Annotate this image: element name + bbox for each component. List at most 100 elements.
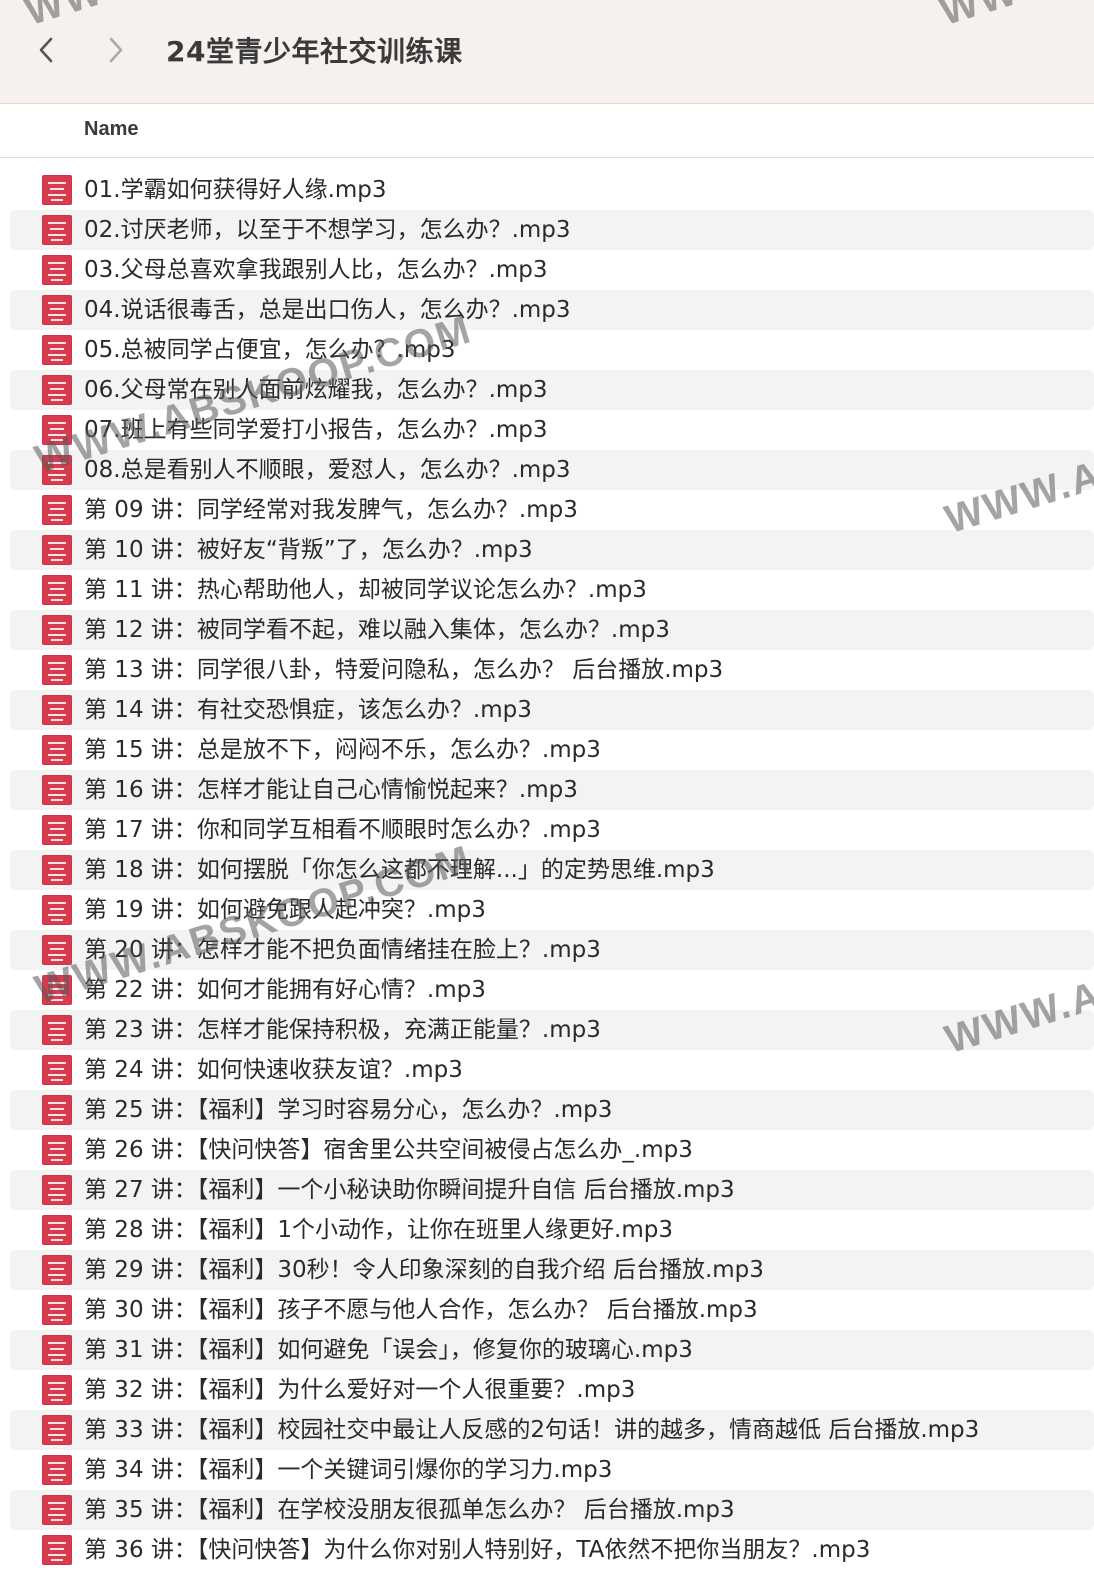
file-row[interactable]: 第 15 讲：总是放不下，闷闷不乐，怎么办？.mp3 [10,730,1094,770]
file-row[interactable]: 第 18 讲：如何摆脱「你怎么这都不理解...」的定势思维.mp3 [10,850,1094,890]
file-row[interactable]: 第 34 讲：【福利】一个关键词引爆你的学习力.mp3 [10,1450,1094,1490]
audio-file-icon [42,1415,72,1445]
file-row[interactable]: 第 24 讲：如何快速收获友谊？.mp3 [10,1050,1094,1090]
audio-file-icon [42,455,72,485]
audio-file-icon [42,335,72,365]
file-row[interactable]: 第 35 讲：【福利】在学校没朋友很孤单怎么办？ 后台播放.mp3 [10,1490,1094,1530]
file-row[interactable]: 01.学霸如何获得好人缘.mp3 [10,170,1094,210]
file-name: 第 17 讲：你和同学互相看不顺眼时怎么办？.mp3 [84,817,601,843]
file-row[interactable]: 07.班上有些同学爱打小报告，怎么办？.mp3 [10,410,1094,450]
audio-file-icon [42,175,72,205]
file-name: 第 29 讲：【福利】30秒！令人印象深刻的自我介绍 后台播放.mp3 [84,1257,764,1283]
file-row[interactable]: 第 25 讲：【福利】学习时容易分心，怎么办？.mp3 [10,1090,1094,1130]
name-column-header[interactable]: Name [84,118,138,141]
file-name: 第 26 讲：【快问快答】宿舍里公共空间被侵占怎么办_.mp3 [84,1137,693,1163]
file-name: 第 32 讲：【福利】为什么爱好对一个人很重要？.mp3 [84,1377,636,1403]
file-name: 第 18 讲：如何摆脱「你怎么这都不理解...」的定势思维.mp3 [84,857,715,883]
audio-file-icon [42,775,72,805]
audio-file-icon [42,815,72,845]
file-name: 第 22 讲：如何才能拥有好心情？.mp3 [84,977,486,1003]
audio-file-icon [42,1015,72,1045]
audio-file-icon [42,695,72,725]
file-name: 第 25 讲：【福利】学习时容易分心，怎么办？.mp3 [84,1097,613,1123]
audio-file-icon [42,1295,72,1325]
file-row[interactable]: 第 31 讲：【福利】如何避免「误会」，修复你的玻璃心.mp3 [10,1330,1094,1370]
forward-button[interactable] [96,28,136,72]
file-name: 第 12 讲：被同学看不起，难以融入集体，怎么办？.mp3 [84,617,670,643]
audio-file-icon [42,855,72,885]
file-row[interactable]: 第 12 讲：被同学看不起，难以融入集体，怎么办？.mp3 [10,610,1094,650]
file-name: 第 11 讲：热心帮助他人，却被同学议论怎么办？.mp3 [84,577,647,603]
file-row[interactable]: 第 27 讲：【福利】一个小秘诀助你瞬间提升自信 后台播放.mp3 [10,1170,1094,1210]
audio-file-icon [42,1095,72,1125]
audio-file-icon [42,1055,72,1085]
file-row[interactable]: 第 28 讲：【福利】1个小动作，让你在班里人缘更好.mp3 [10,1210,1094,1250]
file-row[interactable]: 第 16 讲：怎样才能让自己心情愉悦起来？.mp3 [10,770,1094,810]
file-row[interactable]: 03.父母总喜欢拿我跟别人比，怎么办？.mp3 [10,250,1094,290]
audio-file-icon [42,1215,72,1245]
file-name: 05.总被同学占便宜，怎么办？.mp3 [84,337,456,363]
file-row[interactable]: 08.总是看别人不顺眼，爱怼人，怎么办？.mp3 [10,450,1094,490]
audio-file-icon [42,975,72,1005]
file-name: 第 31 讲：【福利】如何避免「误会」，修复你的玻璃心.mp3 [84,1337,693,1363]
file-name: 第 24 讲：如何快速收获友谊？.mp3 [84,1057,463,1083]
file-list: 01.学霸如何获得好人缘.mp3 02.讨厌老师，以至于不想学习，怎么办？.mp3… [10,170,1094,1570]
audio-file-icon [42,535,72,565]
audio-file-icon [42,1535,72,1565]
file-row[interactable]: 第 11 讲：热心帮助他人，却被同学议论怎么办？.mp3 [10,570,1094,610]
file-name: 第 19 讲：如何避免跟人起冲突？.mp3 [84,897,486,923]
audio-file-icon [42,935,72,965]
file-row[interactable]: 第 13 讲：同学很八卦，特爱问隐私，怎么办？ 后台播放.mp3 [10,650,1094,690]
file-row[interactable]: 第 23 讲：怎样才能保持积极，充满正能量？.mp3 [10,1010,1094,1050]
file-name: 第 34 讲：【福利】一个关键词引爆你的学习力.mp3 [84,1457,613,1483]
file-name: 第 09 讲：同学经常对我发脾气，怎么办？.mp3 [84,497,578,523]
file-row[interactable]: 第 17 讲：你和同学互相看不顺眼时怎么办？.mp3 [10,810,1094,850]
back-button[interactable] [26,28,66,72]
file-name: 第 33 讲：【福利】校园社交中最让人反感的2句话！讲的越多，情商越低 后台播放… [84,1417,980,1443]
file-name: 第 14 讲：有社交恐惧症，该怎么办？.mp3 [84,697,532,723]
audio-file-icon [42,1135,72,1165]
window-title: 24堂青少年社交训练课 [166,35,463,68]
file-row[interactable]: 第 20 讲：怎样才能不把负面情绪挂在脸上？.mp3 [10,930,1094,970]
file-row[interactable]: 第 14 讲：有社交恐惧症，该怎么办？.mp3 [10,690,1094,730]
file-name: 第 20 讲：怎样才能不把负面情绪挂在脸上？.mp3 [84,937,601,963]
file-row[interactable]: 第 22 讲：如何才能拥有好心情？.mp3 [10,970,1094,1010]
audio-file-icon [42,255,72,285]
audio-file-icon [42,1375,72,1405]
file-name: 03.父母总喜欢拿我跟别人比，怎么办？.mp3 [84,257,548,283]
file-name: 第 16 讲：怎样才能让自己心情愉悦起来？.mp3 [84,777,578,803]
file-row[interactable]: 第 10 讲：被好友“背叛”了，怎么办？.mp3 [10,530,1094,570]
file-name: 07.班上有些同学爱打小报告，怎么办？.mp3 [84,417,548,443]
audio-file-icon [42,1455,72,1485]
file-name: 第 10 讲：被好友“背叛”了，怎么办？.mp3 [84,537,533,563]
file-row[interactable]: 第 32 讲：【福利】为什么爱好对一个人很重要？.mp3 [10,1370,1094,1410]
audio-file-icon [42,735,72,765]
audio-file-icon [42,1255,72,1285]
file-row[interactable]: 第 09 讲：同学经常对我发脾气，怎么办？.mp3 [10,490,1094,530]
file-row[interactable]: 第 19 讲：如何避免跟人起冲突？.mp3 [10,890,1094,930]
file-row[interactable]: 06.父母常在别人面前炫耀我，怎么办？.mp3 [10,370,1094,410]
column-header: Name [0,104,1094,158]
audio-file-icon [42,895,72,925]
file-row[interactable]: 第 29 讲：【福利】30秒！令人印象深刻的自我介绍 后台播放.mp3 [10,1250,1094,1290]
file-row[interactable]: 05.总被同学占便宜，怎么办？.mp3 [10,330,1094,370]
audio-file-icon [42,375,72,405]
audio-file-icon [42,295,72,325]
file-name: 08.总是看别人不顺眼，爱怼人，怎么办？.mp3 [84,457,571,483]
file-row[interactable]: 第 36 讲：【快问快答】为什么你对别人特别好，TA依然不把你当朋友？.mp3 [10,1530,1094,1570]
file-row[interactable]: 02.讨厌老师，以至于不想学习，怎么办？.mp3 [10,210,1094,250]
file-name: 第 23 讲：怎样才能保持积极，充满正能量？.mp3 [84,1017,601,1043]
file-name: 第 27 讲：【福利】一个小秘诀助你瞬间提升自信 后台播放.mp3 [84,1177,735,1203]
file-row[interactable]: 04.说话很毒舌，总是出口伤人，怎么办？.mp3 [10,290,1094,330]
audio-file-icon [42,415,72,445]
file-name: 第 36 讲：【快问快答】为什么你对别人特别好，TA依然不把你当朋友？.mp3 [84,1537,871,1563]
file-row[interactable]: 第 30 讲：【福利】孩子不愿与他人合作，怎么办？ 后台播放.mp3 [10,1290,1094,1330]
file-name: 01.学霸如何获得好人缘.mp3 [84,177,387,203]
chevron-left-icon [39,37,53,63]
file-name: 第 13 讲：同学很八卦，特爱问隐私，怎么办？ 后台播放.mp3 [84,657,724,683]
finder-window: 24堂青少年社交训练课 Name 01.学霸如何获得好人缘.mp3 02.讨厌老师… [0,0,1094,1592]
file-row[interactable]: 第 26 讲：【快问快答】宿舍里公共空间被侵占怎么办_.mp3 [10,1130,1094,1170]
file-row[interactable]: 第 33 讲：【福利】校园社交中最让人反感的2句话！讲的越多，情商越低 后台播放… [10,1410,1094,1450]
toolbar: 24堂青少年社交训练课 [0,0,1094,104]
file-name: 第 30 讲：【福利】孩子不愿与他人合作，怎么办？ 后台播放.mp3 [84,1297,758,1323]
